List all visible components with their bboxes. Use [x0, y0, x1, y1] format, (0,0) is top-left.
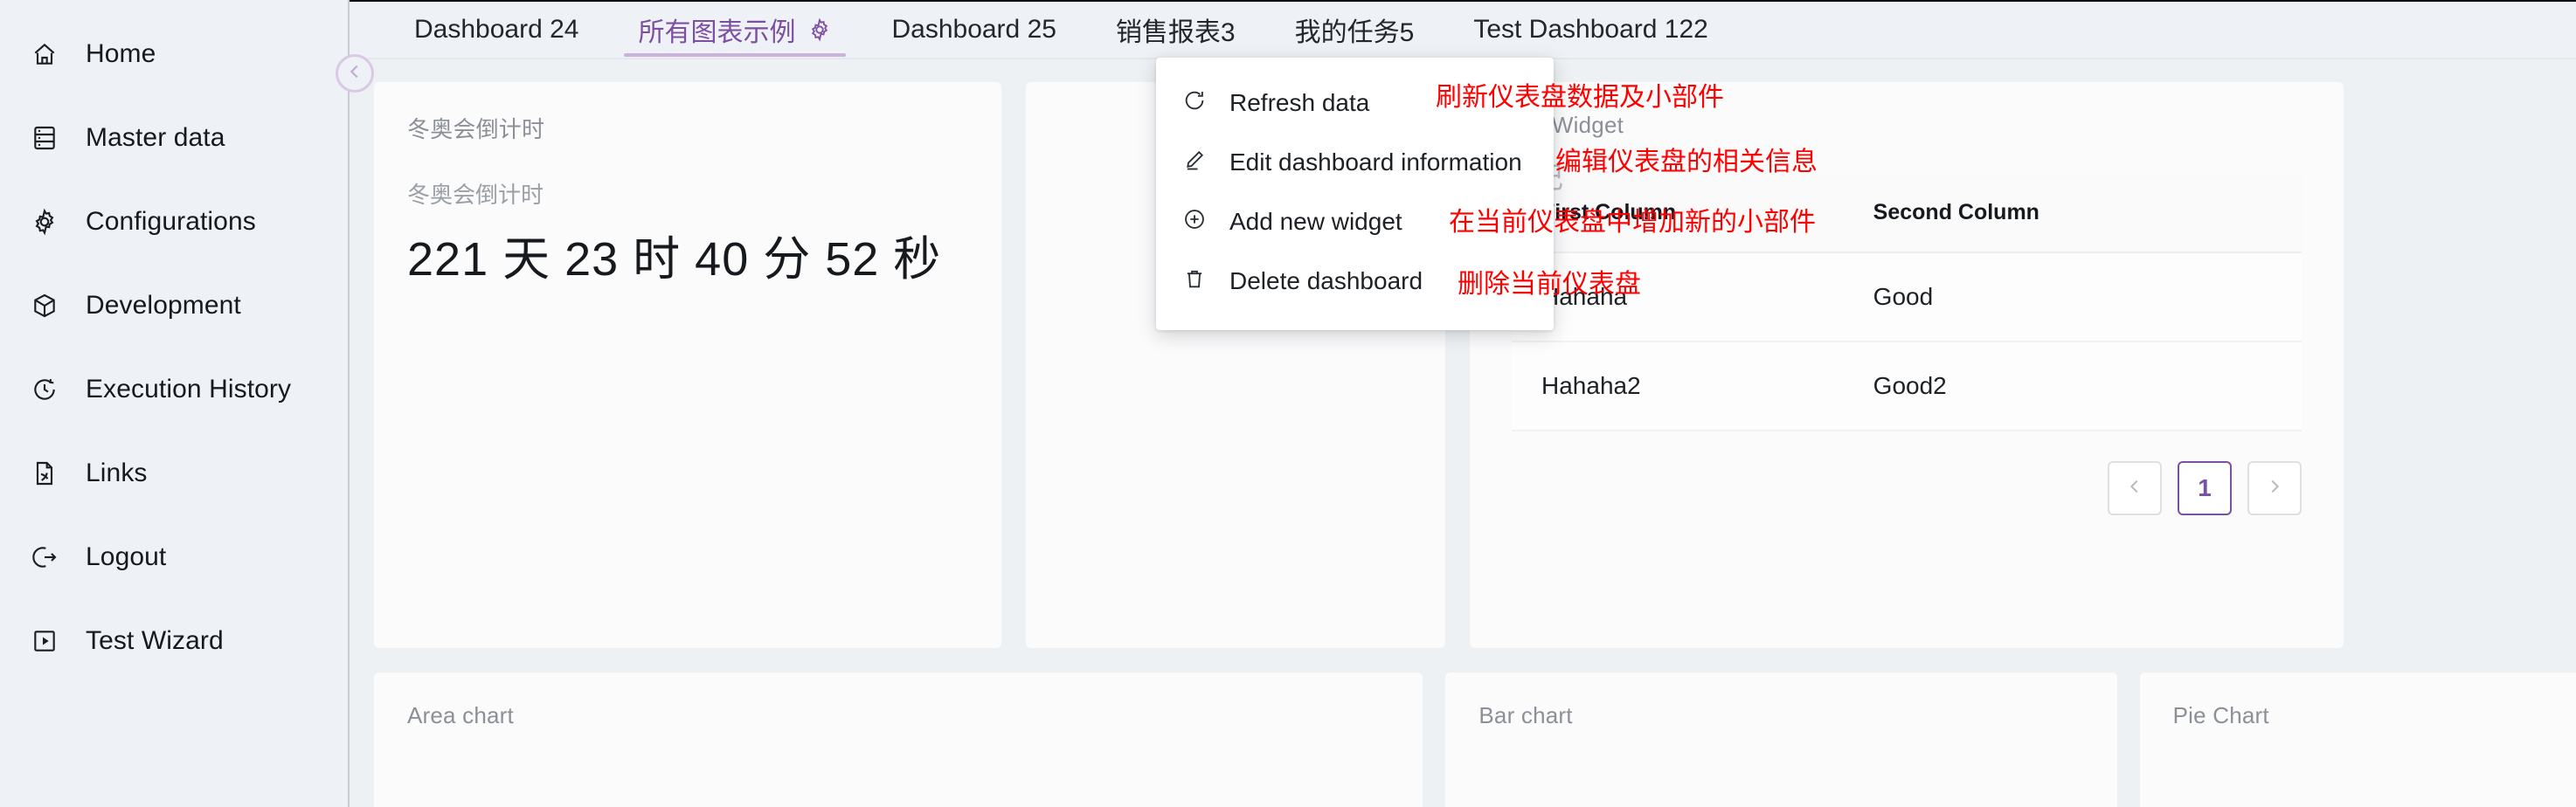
tab-dashboard-24[interactable]: Dashboard 24 [384, 2, 608, 58]
tab-all-charts-example[interactable]: 所有图表示例 [608, 2, 862, 58]
sidebar-item-label: Execution History [86, 375, 291, 404]
refresh-icon [1182, 88, 1207, 119]
widget-countdown: 冬奥会倒计时 冬奥会倒计时 221 天 23 时 40 分 52 秒 [374, 82, 1001, 648]
annotation-refresh: 刷新仪表盘数据及小部件 [1436, 75, 1724, 114]
database-icon [30, 123, 59, 153]
annotation-delete: 删除当前仪表盘 [1458, 262, 1641, 300]
sidebar-item-label: Configurations [86, 207, 256, 237]
home-icon [30, 39, 59, 69]
sidebar-item-test-wizard[interactable]: Test Wizard [0, 599, 348, 683]
chevron-left-icon [2125, 474, 2144, 502]
sidebar: Home Master data Configurations Developm… [0, 0, 350, 807]
sidebar-item-label: Links [86, 459, 148, 488]
tab-label: 销售报表3 [1116, 10, 1236, 49]
sidebar-item-execution-history[interactable]: Execution History [0, 348, 348, 431]
gear-icon [30, 207, 59, 237]
table-cell: Hahaha2 [1512, 341, 1844, 431]
chevron-left-icon [345, 62, 364, 86]
widget-pie-chart: Pie Chart [2140, 672, 2576, 807]
menu-item-label: Add new widget [1229, 208, 1402, 236]
play-box-icon [30, 626, 59, 656]
countdown-subtitle: 冬奥会倒计时 [374, 144, 1001, 210]
widget-title: 冬奥会倒计时 [374, 82, 1001, 144]
clock-history-icon [30, 375, 59, 404]
sidebar-item-configurations[interactable]: Configurations [0, 180, 348, 264]
tab-label: Dashboard 24 [414, 15, 578, 45]
plus-circle-icon [1182, 207, 1207, 238]
file-link-icon [30, 459, 59, 488]
menu-item-edit-dashboard-information[interactable]: Edit dashboard information [1156, 133, 1554, 192]
logout-icon [30, 542, 59, 572]
table-pagination: 1 [1470, 431, 2344, 515]
table-cell: Good2 [1844, 341, 2302, 431]
sidebar-item-home[interactable]: Home [0, 12, 348, 96]
tab-sales-report-3[interactable]: 销售报表3 [1086, 2, 1265, 58]
countdown-value: 221 天 23 时 40 分 52 秒 [374, 210, 1001, 289]
tab-my-tasks-5[interactable]: 我的任务5 [1265, 2, 1444, 58]
pagination-page-1[interactable]: 1 [2178, 461, 2232, 515]
sidebar-item-logout[interactable]: Logout [0, 515, 348, 599]
trash-icon [1182, 266, 1207, 297]
sidebar-item-label: Development [86, 291, 241, 321]
menu-item-label: Delete dashboard [1229, 267, 1423, 295]
sidebar-item-development[interactable]: Development [0, 264, 348, 348]
table-cell: Good [1844, 252, 2302, 341]
sidebar-collapse-button[interactable] [336, 54, 374, 93]
main-area: Dashboard 24 所有图表示例 Dashboard 25 销售报表3 我… [350, 0, 2576, 807]
cube-icon [30, 291, 59, 321]
widget-bar-chart: Bar chart [1445, 672, 2116, 807]
tab-dashboard-25[interactable]: Dashboard 25 [862, 2, 1085, 58]
widget-row-bottom: Area chart Bar chart Pie Chart [350, 672, 2576, 807]
sidebar-item-master-data[interactable]: Master data [0, 96, 348, 180]
app-root: Home Master data Configurations Developm… [0, 0, 2576, 807]
widget-area-chart: Area chart [374, 672, 1423, 807]
pencil-icon [1182, 148, 1207, 178]
tab-label: Dashboard 25 [891, 15, 1056, 45]
column-header: Second Column [1844, 174, 2302, 252]
tab-test-dashboard-122[interactable]: Test Dashboard 122 [1444, 2, 1738, 58]
tab-label: 所有图表示例 [638, 10, 795, 49]
gear-icon[interactable] [807, 17, 832, 42]
sidebar-item-label: Logout [86, 542, 166, 572]
annotation-edit: 编辑仪表盘的相关信息 [1555, 140, 1818, 178]
sidebar-item-label: Master data [86, 123, 225, 153]
menu-item-label: Refresh data [1229, 89, 1369, 117]
pagination-next-button[interactable] [2247, 461, 2302, 515]
table-row[interactable]: Hahaha2 Good2 [1512, 341, 2302, 431]
widget-title: Bar chart [1445, 672, 2116, 729]
tab-label: Test Dashboard 122 [1473, 15, 1708, 45]
annotation-add-widget: 在当前仪表盘中增加新的小部件 [1449, 200, 1816, 238]
chevron-right-icon [2265, 474, 2284, 502]
tab-label: 我的任务5 [1295, 10, 1415, 49]
sidebar-item-label: Home [86, 39, 156, 69]
sidebar-item-links[interactable]: Links [0, 431, 348, 515]
widget-title: Pie Chart [2140, 672, 2576, 729]
dashboard-tabbar: Dashboard 24 所有图表示例 Dashboard 25 销售报表3 我… [350, 2, 2576, 58]
pagination-prev-button[interactable] [2108, 461, 2162, 515]
widget-title: Area chart [374, 672, 1423, 729]
menu-item-label: Edit dashboard information [1229, 148, 1522, 176]
sidebar-item-label: Test Wizard [86, 626, 224, 656]
